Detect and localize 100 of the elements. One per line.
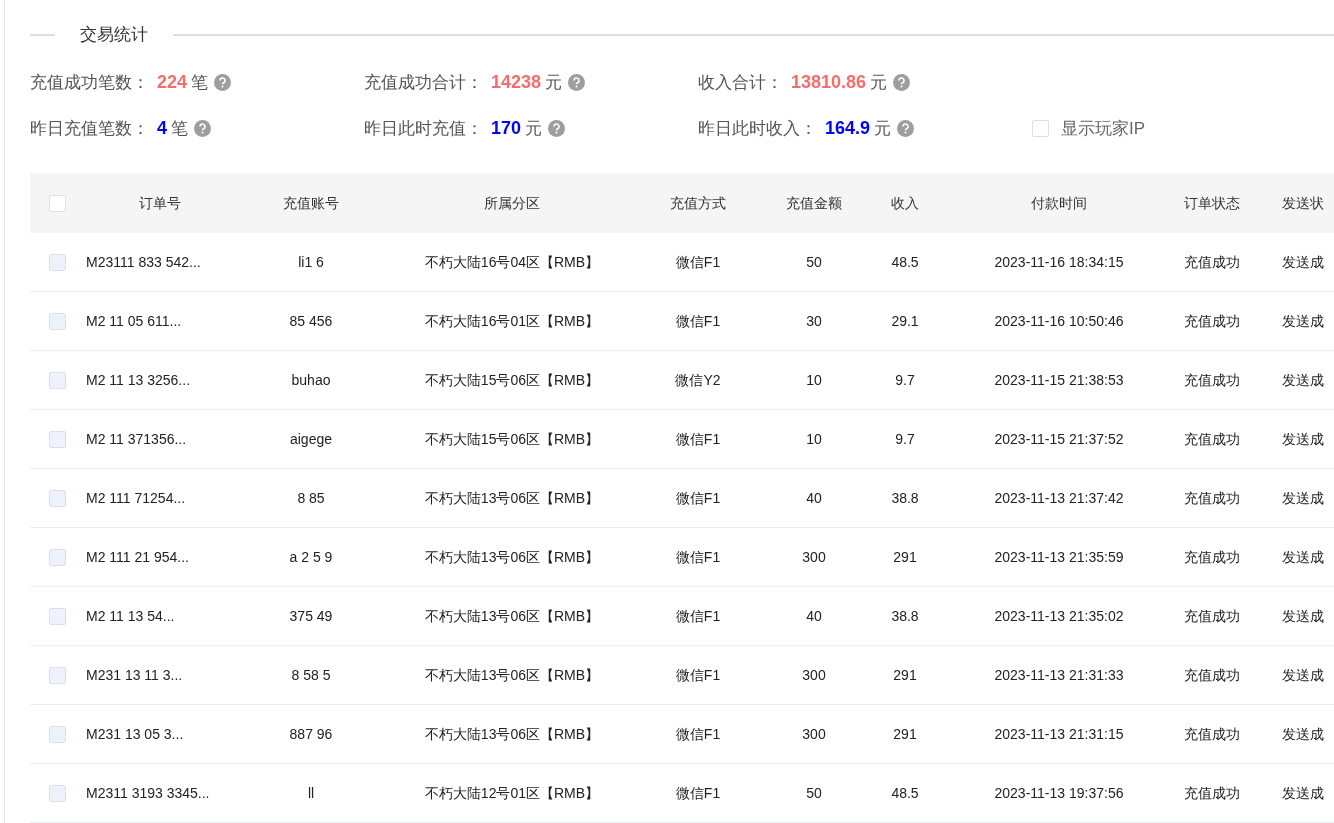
table-cell-text: 38.8 (890, 488, 920, 508)
table-cell-text: 充值成功 (1183, 252, 1241, 272)
help-icon[interactable] (214, 74, 232, 92)
table-cell-text: 不朽大陆16号04区【RMB】 (423, 252, 601, 272)
column-header: 收入 (890, 193, 920, 213)
column-header: 付款时间 (1030, 193, 1088, 213)
stat-label: 昨日充值笔数： (30, 117, 149, 140)
help-icon[interactable] (893, 74, 911, 92)
help-icon[interactable] (568, 74, 586, 92)
table-cell-text: 微信F1 (674, 724, 722, 744)
help-icon[interactable] (548, 119, 566, 137)
table-cell-text: 300 (801, 665, 827, 685)
stat-unit: 笔 (191, 72, 209, 94)
table-cell-text: 50 (805, 783, 823, 803)
table-cell-text: 8 58 5 (290, 665, 332, 685)
table-cell-text: 不朽大陆15号06区【RMB】 (423, 429, 601, 449)
checkbox[interactable] (49, 784, 66, 802)
table-cell-text: 2023-11-13 21:35:59 (993, 547, 1125, 567)
column-header: 订单号 (138, 193, 182, 213)
table-cell-text: 9.7 (894, 429, 916, 449)
table-cell-text: 不朽大陆12号01区【RMB】 (423, 783, 601, 803)
table-cell-text: a 2 5 9 (288, 547, 334, 567)
stat-unit: 元 (525, 117, 543, 140)
stat-value: 14238 (491, 71, 542, 95)
column-header: 充值金额 (785, 193, 843, 213)
stat-unit: 元 (870, 72, 888, 94)
table-cell-text: M2 111 21 954... (85, 547, 190, 567)
table-cell-text: 8 85 (296, 488, 326, 508)
stat-unit: 笔 (171, 117, 188, 140)
checkbox[interactable] (49, 253, 66, 271)
table-cell-text: 9.7 (894, 370, 916, 390)
table-cell-text: 300 (801, 547, 827, 567)
table-cell-text: M2 11 13 54... (85, 606, 176, 626)
table-cell-text: 不朽大陆13号06区【RMB】 (423, 724, 601, 744)
section-title: 交易统计 (79, 24, 149, 47)
table-cell-text: 40 (805, 606, 823, 626)
table-cell-text: 不朽大陆13号06区【RMB】 (423, 547, 601, 567)
table-cell-text: 不朽大陆16号01区【RMB】 (423, 311, 601, 331)
table-cell-text: 发送成 (1281, 429, 1325, 449)
checkbox[interactable] (49, 548, 66, 566)
checkbox[interactable] (49, 194, 66, 212)
checkbox[interactable] (49, 666, 66, 684)
table-cell-text: 发送成 (1281, 370, 1325, 390)
table-cell-text: 微信F1 (674, 547, 722, 567)
table-cell-text: M2 11 13 3256... (85, 370, 192, 390)
table-cell-text: 微信F1 (674, 783, 722, 803)
table-cell-text: 10 (805, 429, 823, 449)
table-cell-text: M2 11 371356... (85, 429, 188, 449)
table-cell-text: ll (306, 783, 316, 803)
table-cell-text: 发送成 (1281, 724, 1325, 744)
column-header: 充值方式 (669, 193, 727, 213)
table-cell-text: 充值成功 (1183, 370, 1241, 390)
table-cell-text: aigege (288, 429, 333, 449)
table-cell-text: 不朽大陆13号06区【RMB】 (423, 665, 601, 685)
stat-label: 昨日此时充值： (364, 117, 483, 140)
table-cell-text: li1 6 (297, 252, 325, 272)
stat-value: 164.9 (825, 116, 871, 140)
table-cell-text: 发送成 (1281, 783, 1325, 803)
checkbox[interactable] (49, 489, 66, 507)
table-cell-text: 发送成 (1281, 547, 1325, 567)
table-cell-text: 48.5 (890, 783, 920, 803)
table-cell-text: 微信F1 (674, 488, 722, 508)
stat-value: 13810.86 (791, 71, 867, 95)
table-cell-text: 发送成 (1281, 311, 1325, 331)
table-cell-text: 29.1 (890, 311, 920, 331)
help-icon[interactable] (897, 119, 915, 137)
table-cell-text: 充值成功 (1183, 665, 1241, 685)
stat-value: 224 (157, 71, 188, 95)
table-cell-text: 30 (805, 311, 823, 331)
table-cell-text: M2 11 05 611... (85, 311, 183, 331)
checkbox-label[interactable]: 显示玩家IP (1061, 115, 1146, 141)
checkbox[interactable] (49, 607, 66, 625)
table-cell-text: 2023-11-13 21:31:15 (993, 724, 1125, 744)
table-cell-text: 375 49 (288, 606, 334, 626)
table-cell-text: M23111 833 542... (85, 252, 202, 272)
table-cell-text: 40 (805, 488, 823, 508)
table-cell-text: M2 111 71254... (85, 488, 187, 508)
table-cell-text: 充值成功 (1183, 311, 1241, 331)
table-cell-text: 微信F1 (674, 429, 722, 449)
table-cell-text: 发送成 (1281, 488, 1325, 508)
stat-label: 昨日此时收入： (698, 117, 817, 140)
checkbox[interactable] (49, 725, 66, 743)
table-cell-text: 291 (892, 724, 918, 744)
stat-unit: 元 (545, 72, 563, 94)
table-cell-text: 2023-11-13 21:35:02 (993, 606, 1125, 626)
checkbox[interactable] (49, 312, 66, 330)
checkbox[interactable] (1032, 119, 1049, 137)
table-cell-text: 50 (805, 252, 823, 272)
checkbox[interactable] (49, 371, 66, 389)
column-header: 订单状态 (1183, 193, 1241, 213)
column-header: 充值账号 (282, 193, 340, 213)
table-cell-text: 充值成功 (1183, 429, 1241, 449)
stat-label: 充值成功笔数： (30, 72, 149, 94)
table-cell-text: 2023-11-13 19:37:56 (993, 783, 1125, 803)
stat-unit: 元 (874, 117, 892, 140)
table-cell-text: 2023-11-16 10:50:46 (993, 311, 1125, 331)
help-icon[interactable] (194, 119, 211, 137)
table-cell-text: 2023-11-16 18:34:15 (993, 252, 1125, 272)
table-cell-text: 发送成 (1281, 606, 1325, 626)
checkbox[interactable] (49, 430, 66, 448)
